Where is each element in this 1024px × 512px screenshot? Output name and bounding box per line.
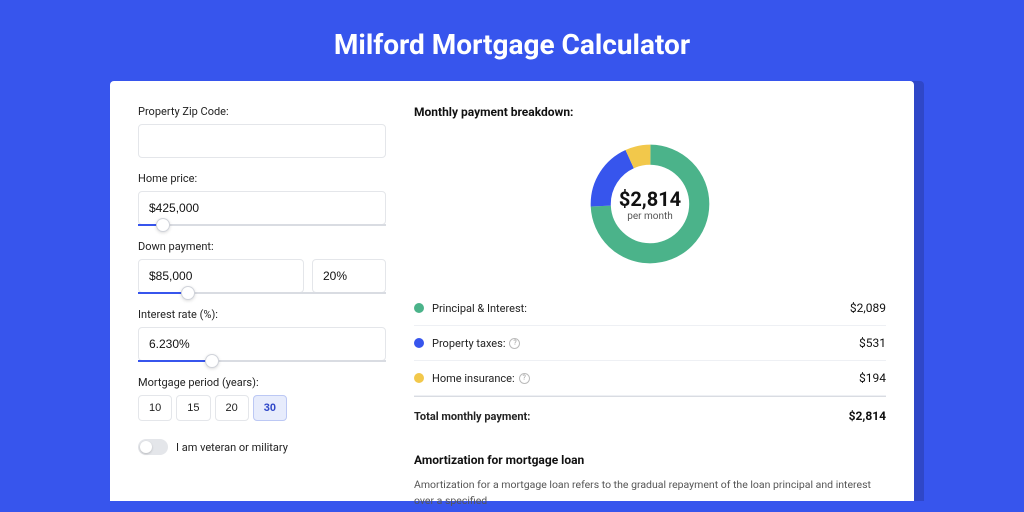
home-price-slider[interactable]	[138, 224, 386, 226]
slider-thumb[interactable]	[205, 354, 219, 368]
interest-rate-label: Interest rate (%):	[138, 308, 386, 321]
interest-rate-input[interactable]	[138, 327, 386, 361]
total-value: $2,814	[849, 409, 886, 423]
legend-label: Principal & Interest:	[432, 302, 850, 315]
page-title: Milford Mortgage Calculator	[0, 0, 1024, 81]
home-price-input[interactable]	[138, 191, 386, 225]
legend-label: Property taxes:?	[432, 337, 859, 350]
legend-dot	[414, 373, 424, 383]
donut-sub: per month	[619, 211, 681, 222]
legend-dot	[414, 338, 424, 348]
period-label: Mortgage period (years):	[138, 376, 386, 389]
zip-input[interactable]	[138, 124, 386, 158]
legend-value: $194	[859, 371, 886, 385]
veteran-toggle[interactable]	[138, 439, 168, 455]
period-options: 10152030	[138, 395, 386, 421]
calculator-card: Property Zip Code: Home price: Down paym…	[110, 81, 914, 501]
legend-row: Property taxes:?$531	[414, 326, 886, 361]
breakdown-title: Monthly payment breakdown:	[414, 105, 886, 119]
legend-row: Home insurance:?$194	[414, 361, 886, 396]
period-option-15[interactable]: 15	[176, 395, 210, 421]
down-payment-percent-input[interactable]	[312, 259, 386, 293]
down-payment-slider[interactable]	[138, 292, 386, 294]
legend-dot	[414, 303, 424, 313]
donut-amount: $2,814	[619, 187, 681, 211]
info-icon[interactable]: ?	[519, 373, 530, 384]
legend-row: Principal & Interest:$2,089	[414, 291, 886, 326]
results-column: Monthly payment breakdown: $2,814 per mo…	[414, 105, 886, 501]
period-option-10[interactable]: 10	[138, 395, 172, 421]
info-icon[interactable]: ?	[509, 338, 520, 349]
veteran-label: I am veteran or military	[176, 441, 288, 454]
period-option-30[interactable]: 30	[253, 395, 287, 421]
interest-rate-slider[interactable]	[138, 360, 386, 362]
slider-thumb[interactable]	[156, 218, 170, 232]
legend-value: $2,089	[850, 301, 886, 315]
legend: Principal & Interest:$2,089Property taxe…	[414, 291, 886, 396]
legend-value: $531	[859, 336, 886, 350]
amortization-title: Amortization for mortgage loan	[414, 453, 886, 467]
home-price-label: Home price:	[138, 172, 386, 185]
period-option-20[interactable]: 20	[215, 395, 249, 421]
legend-label: Home insurance:?	[432, 372, 859, 385]
total-label: Total monthly payment:	[414, 410, 849, 423]
down-payment-label: Down payment:	[138, 240, 386, 253]
down-payment-amount-input[interactable]	[138, 259, 304, 293]
slider-thumb[interactable]	[181, 286, 195, 300]
donut-chart: $2,814 per month	[414, 129, 886, 279]
amortization-body: Amortization for a mortgage loan refers …	[414, 477, 886, 509]
inputs-column: Property Zip Code: Home price: Down paym…	[138, 105, 386, 501]
zip-label: Property Zip Code:	[138, 105, 386, 118]
